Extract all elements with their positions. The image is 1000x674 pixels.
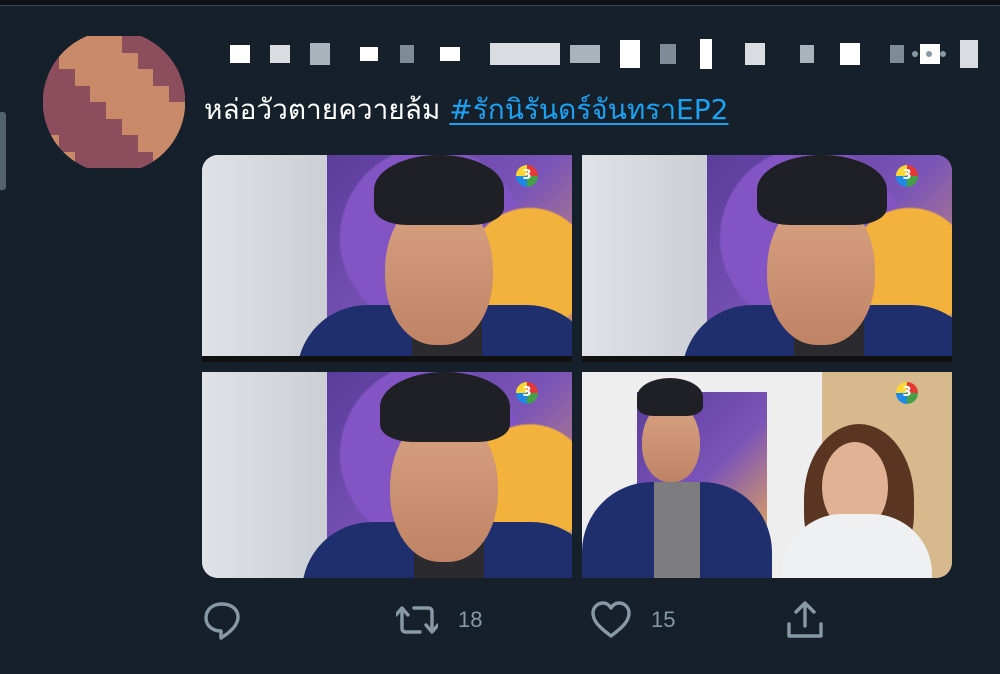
channel-logo: 3 (896, 165, 918, 187)
channel-logo: 3 (896, 382, 918, 404)
share-icon (787, 601, 823, 638)
channel-logo: 3 (516, 165, 538, 187)
media-image-2[interactable]: 3 (582, 155, 952, 362)
reply-icon (204, 602, 240, 640)
reply-button[interactable] (203, 598, 261, 642)
like-button[interactable]: 15 (591, 598, 675, 642)
hashtag-link[interactable]: #รักนิรันดร์จันทราEP2 (449, 93, 728, 126)
username-redacted[interactable] (200, 36, 978, 72)
media-image-1[interactable]: 3 (202, 155, 572, 362)
more-icon[interactable] (910, 42, 950, 66)
share-button[interactable] (786, 598, 824, 642)
like-icon (591, 601, 631, 638)
like-count: 15 (651, 607, 676, 632)
previous-content-edge (0, 112, 6, 190)
channel-logo: 3 (516, 382, 538, 404)
media-image-3[interactable]: 3 (202, 372, 572, 578)
top-divider (0, 5, 1000, 6)
media-image-4[interactable]: 3 (582, 372, 952, 578)
retweet-button[interactable]: 18 (396, 598, 482, 642)
retweet-icon (396, 606, 438, 634)
avatar[interactable] (43, 36, 185, 168)
tweet-body: หล่อวัวตายควายล้ม (204, 93, 450, 126)
retweet-count: 18 (458, 607, 483, 632)
media-grid: 3 3 3 3 (202, 155, 952, 578)
tweet-text: หล่อวัวตายควายล้ม #รักนิรันดร์จันทราEP2 (204, 90, 728, 130)
